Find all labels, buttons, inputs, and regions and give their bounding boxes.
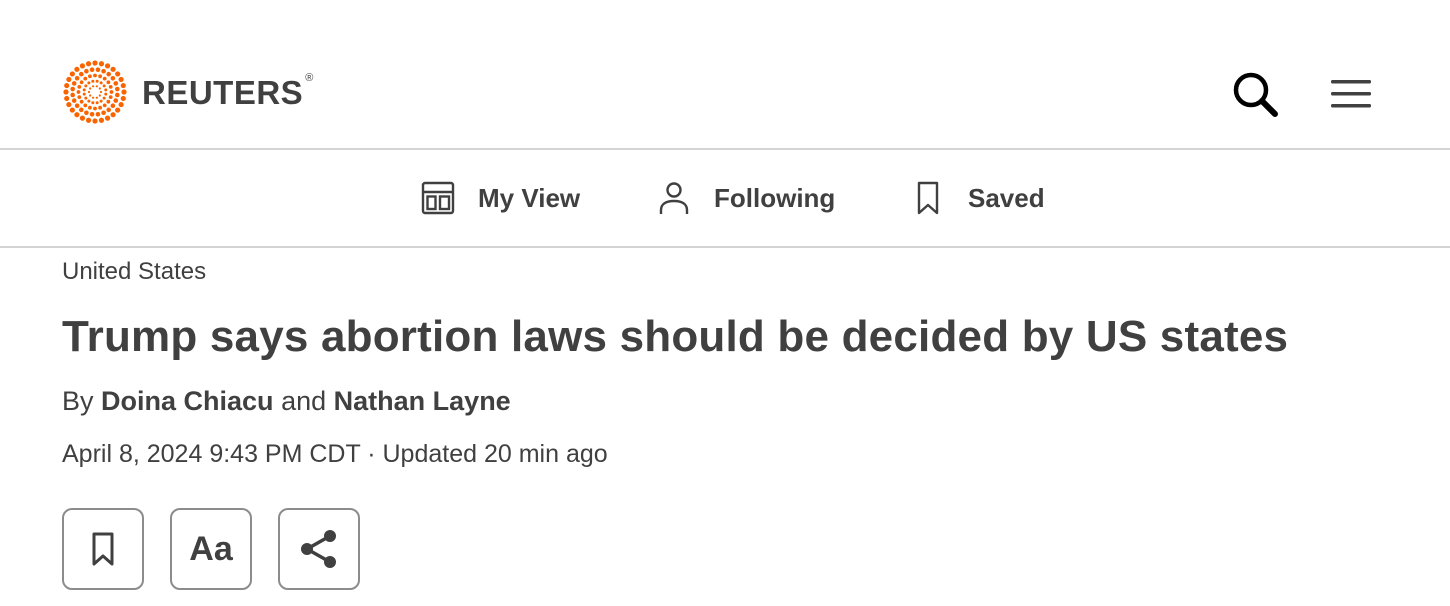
bookmark-icon <box>92 532 114 566</box>
reuters-logo[interactable]: REUTERS ® <box>62 60 313 124</box>
menu-button[interactable] <box>1324 67 1378 121</box>
nav-my-view-label: My View <box>478 182 581 213</box>
author-link-1[interactable]: Doina Chiacu <box>101 386 274 416</box>
registered-mark: ® <box>305 72 314 84</box>
text-size-button[interactable]: Aa <box>170 508 252 590</box>
site-header: REUTERS ® <box>0 0 1450 150</box>
nav-saved[interactable]: Saved <box>908 150 1045 246</box>
layout-icon <box>418 178 458 218</box>
byline: By Doina Chiacu and Nathan Layne <box>62 386 511 417</box>
nav-saved-label: Saved <box>968 182 1045 213</box>
search-icon <box>1233 72 1278 117</box>
dateline: April 8, 2024 9:43 PM CDT · Updated 20 m… <box>62 440 608 468</box>
article-headline: Trump says abortion laws should be decid… <box>62 312 1289 361</box>
nav-following-label: Following <box>714 182 836 213</box>
nav-my-view[interactable]: My View <box>418 150 580 246</box>
nav-following[interactable]: Following <box>654 150 835 246</box>
share-button[interactable] <box>278 508 360 590</box>
share-icon <box>301 530 336 568</box>
bookmark-icon <box>908 178 948 218</box>
byline-conjunction: and <box>281 386 327 416</box>
save-article-button[interactable] <box>62 508 144 590</box>
logo-text: REUTERS <box>142 74 304 111</box>
text-size-label: Aa <box>189 529 233 568</box>
search-button[interactable] <box>1228 67 1282 121</box>
hamburger-menu-icon <box>1331 80 1371 108</box>
byline-prefix: By <box>62 386 94 416</box>
person-icon <box>654 178 694 218</box>
reuters-logo-icon <box>63 60 127 124</box>
section-kicker-link[interactable]: United States <box>62 258 206 286</box>
author-link-2[interactable]: Nathan Layne <box>334 386 511 416</box>
personal-nav: My View Following Saved <box>0 150 1450 248</box>
